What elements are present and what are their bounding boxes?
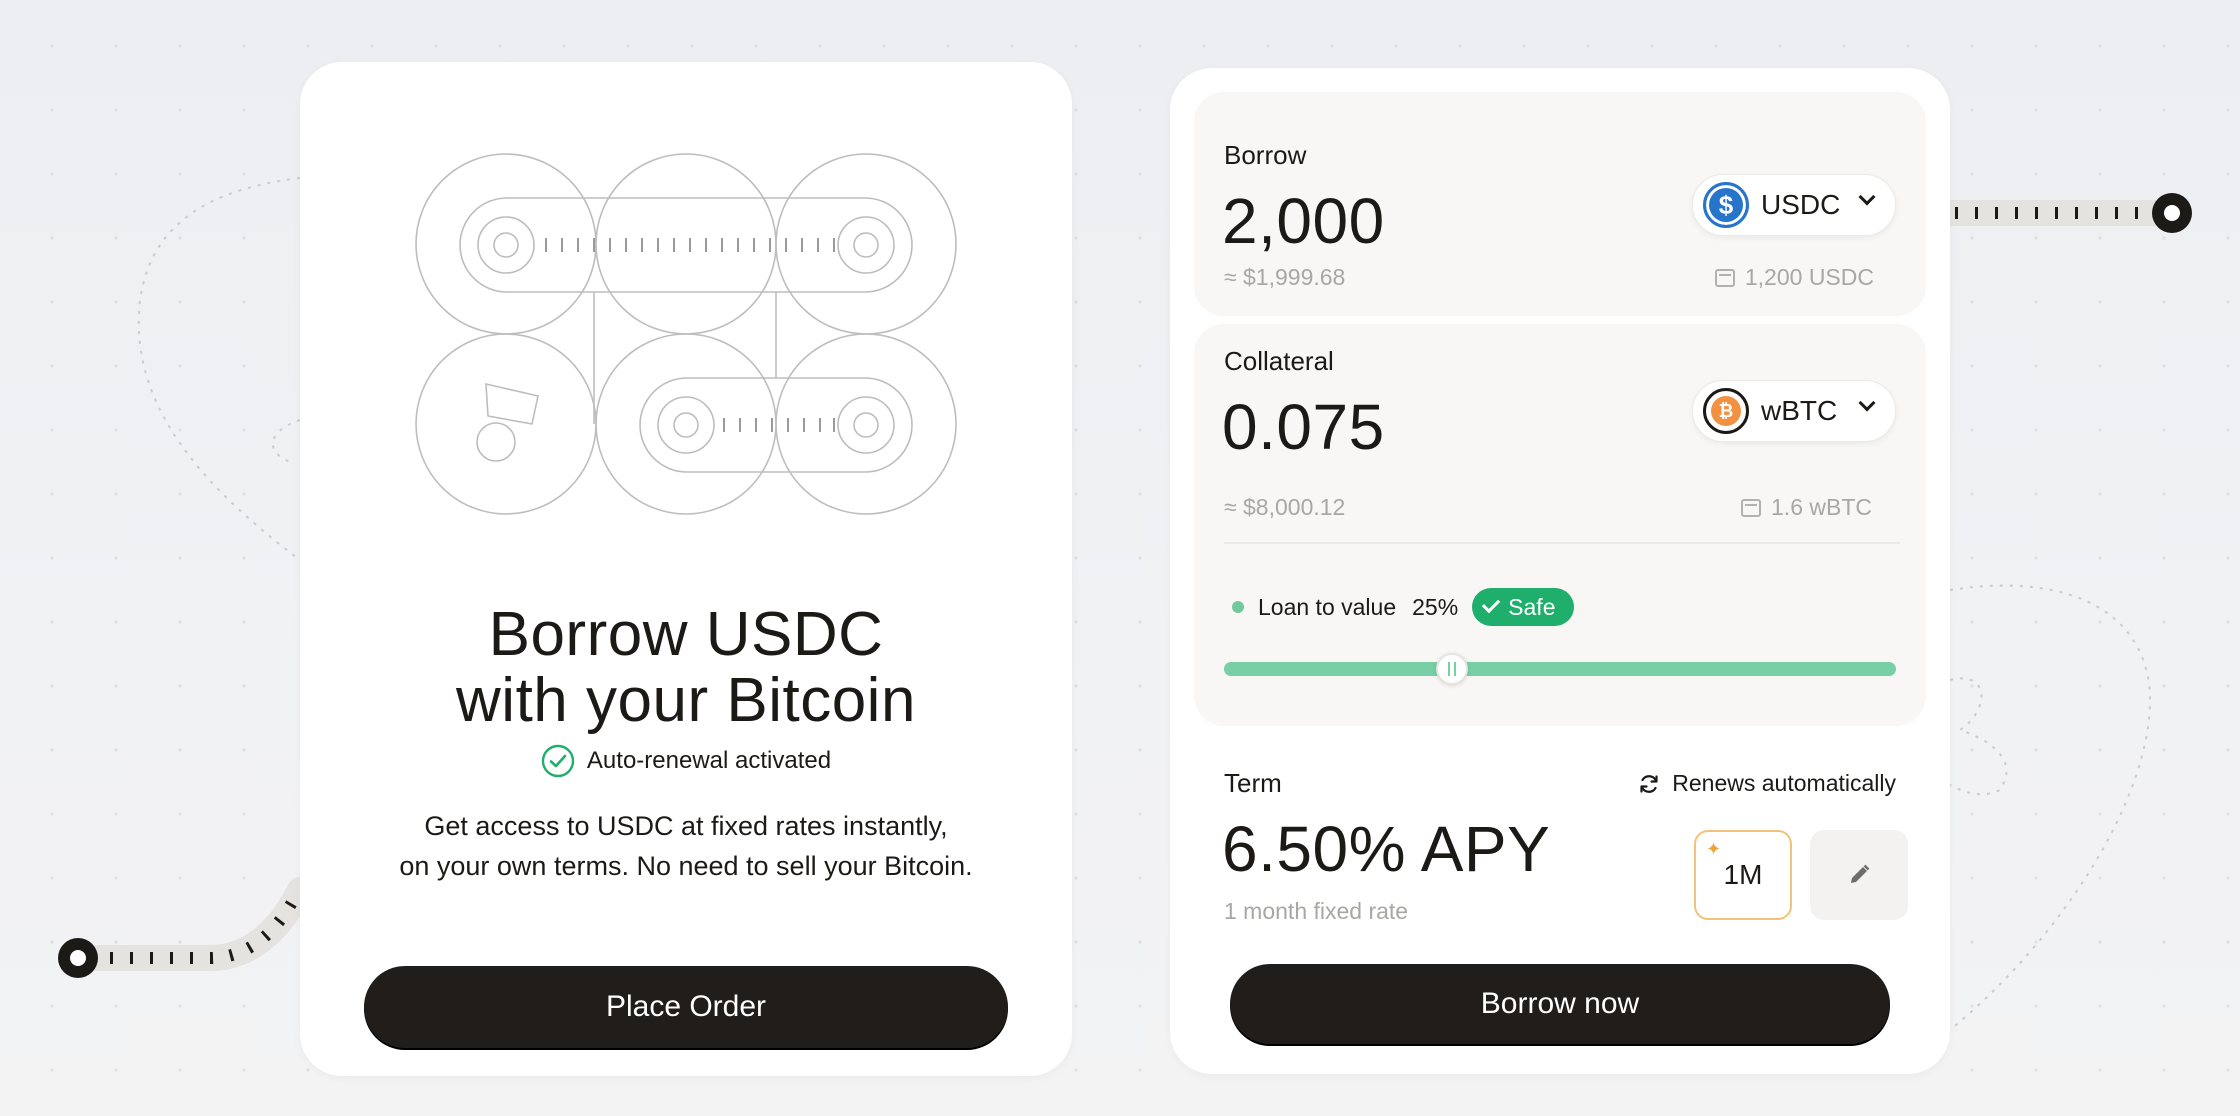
- renews-label: Renews automatically: [1672, 770, 1896, 796]
- description-line-2: on your own terms. No need to sell your …: [399, 851, 973, 881]
- wbtc-icon: ₿: [1703, 388, 1749, 434]
- ltv-value: 25%: [1412, 593, 1459, 620]
- collateral-balance: 1.6 wBTC: [1741, 494, 1872, 521]
- borrow-form-card: Borrow 2,000 ≈ $1,999.68 1,200 USDC $ US…: [1170, 68, 1950, 1074]
- borrow-amount-input[interactable]: 2,000: [1222, 184, 1385, 258]
- apy-rate: 6.50% APY: [1222, 813, 1551, 885]
- term-label: Term: [1224, 768, 1282, 798]
- slider-handle[interactable]: [1436, 653, 1469, 685]
- pencil-icon: [1851, 864, 1870, 883]
- auto-renewal-label: Auto-renewal activated: [586, 747, 832, 774]
- chevron-down-icon: [1858, 394, 1876, 412]
- sparkle-icon: ✦: [1706, 839, 1722, 859]
- usdc-icon: $: [1703, 182, 1749, 228]
- collateral-amount-input[interactable]: 0.075: [1222, 390, 1385, 464]
- borrow-label: Borrow: [1224, 140, 1307, 170]
- fixed-rate-label: 1 month fixed rate: [1224, 898, 1409, 924]
- divider: [1224, 542, 1900, 544]
- borrow-token-select[interactable]: $ USDC: [1692, 174, 1896, 236]
- title-line-1: Borrow USDC: [488, 600, 884, 669]
- wallet-icon: [1714, 268, 1735, 287]
- refresh-icon: [1640, 774, 1658, 793]
- wallet-icon: [1741, 498, 1762, 517]
- title-line-2: with your Bitcoin: [456, 666, 916, 735]
- status-dot-icon: [1232, 601, 1244, 613]
- collateral-token-label: wBTC: [1761, 395, 1838, 426]
- loan-to-value-row: Loan to value 25% Safe: [1232, 588, 1574, 626]
- status-badge-label: Safe: [1508, 593, 1556, 620]
- borrow-balance: 1,200 USDC: [1714, 264, 1874, 291]
- borrow-token-label: USDC: [1761, 189, 1841, 220]
- collateral-token-select[interactable]: ₿ wBTC: [1692, 380, 1896, 442]
- edit-term-button[interactable]: [1810, 830, 1908, 920]
- borrow-balance-value: 1,200 USDC: [1744, 264, 1874, 290]
- chevron-down-icon: [1858, 188, 1876, 206]
- check-circle-icon: [541, 744, 575, 778]
- ltv-label: Loan to value: [1258, 593, 1397, 620]
- place-order-button[interactable]: Place Order: [364, 966, 1008, 1048]
- page-title: Borrow USDC with your Bitcoin: [300, 602, 1072, 734]
- check-icon: [1481, 594, 1501, 614]
- promo-card: Borrow USDC with your Bitcoin Auto-renew…: [300, 62, 1072, 1076]
- borrow-now-button[interactable]: Borrow now: [1230, 964, 1890, 1044]
- description-line-1: Get access to USDC at fixed rates instan…: [424, 811, 948, 841]
- auto-renewal-status: Auto-renewal activated: [300, 744, 1072, 778]
- borrow-usd-value: ≈ $1,999.68: [1224, 264, 1346, 290]
- collateral-panel: Collateral 0.075 ≈ $8,000.12 1.6 wBTC ₿ …: [1194, 324, 1926, 726]
- pulley-illustration: [415, 153, 957, 515]
- collateral-label: Collateral: [1224, 346, 1334, 376]
- collateral-balance-value: 1.6 wBTC: [1771, 494, 1872, 520]
- borrow-panel: Borrow 2,000 ≈ $1,999.68 1,200 USDC $ US…: [1194, 92, 1926, 316]
- term-option-label: 1M: [1723, 859, 1763, 890]
- ltv-slider[interactable]: [1224, 653, 1896, 685]
- collateral-usd-value: ≈ $8,000.12: [1224, 494, 1346, 520]
- term-option-1m[interactable]: ✦ 1M: [1694, 830, 1792, 920]
- description: Get access to USDC at fixed rates instan…: [300, 806, 1072, 886]
- renews-automatically: Renews automatically: [1638, 770, 1896, 797]
- status-badge: Safe: [1472, 588, 1574, 626]
